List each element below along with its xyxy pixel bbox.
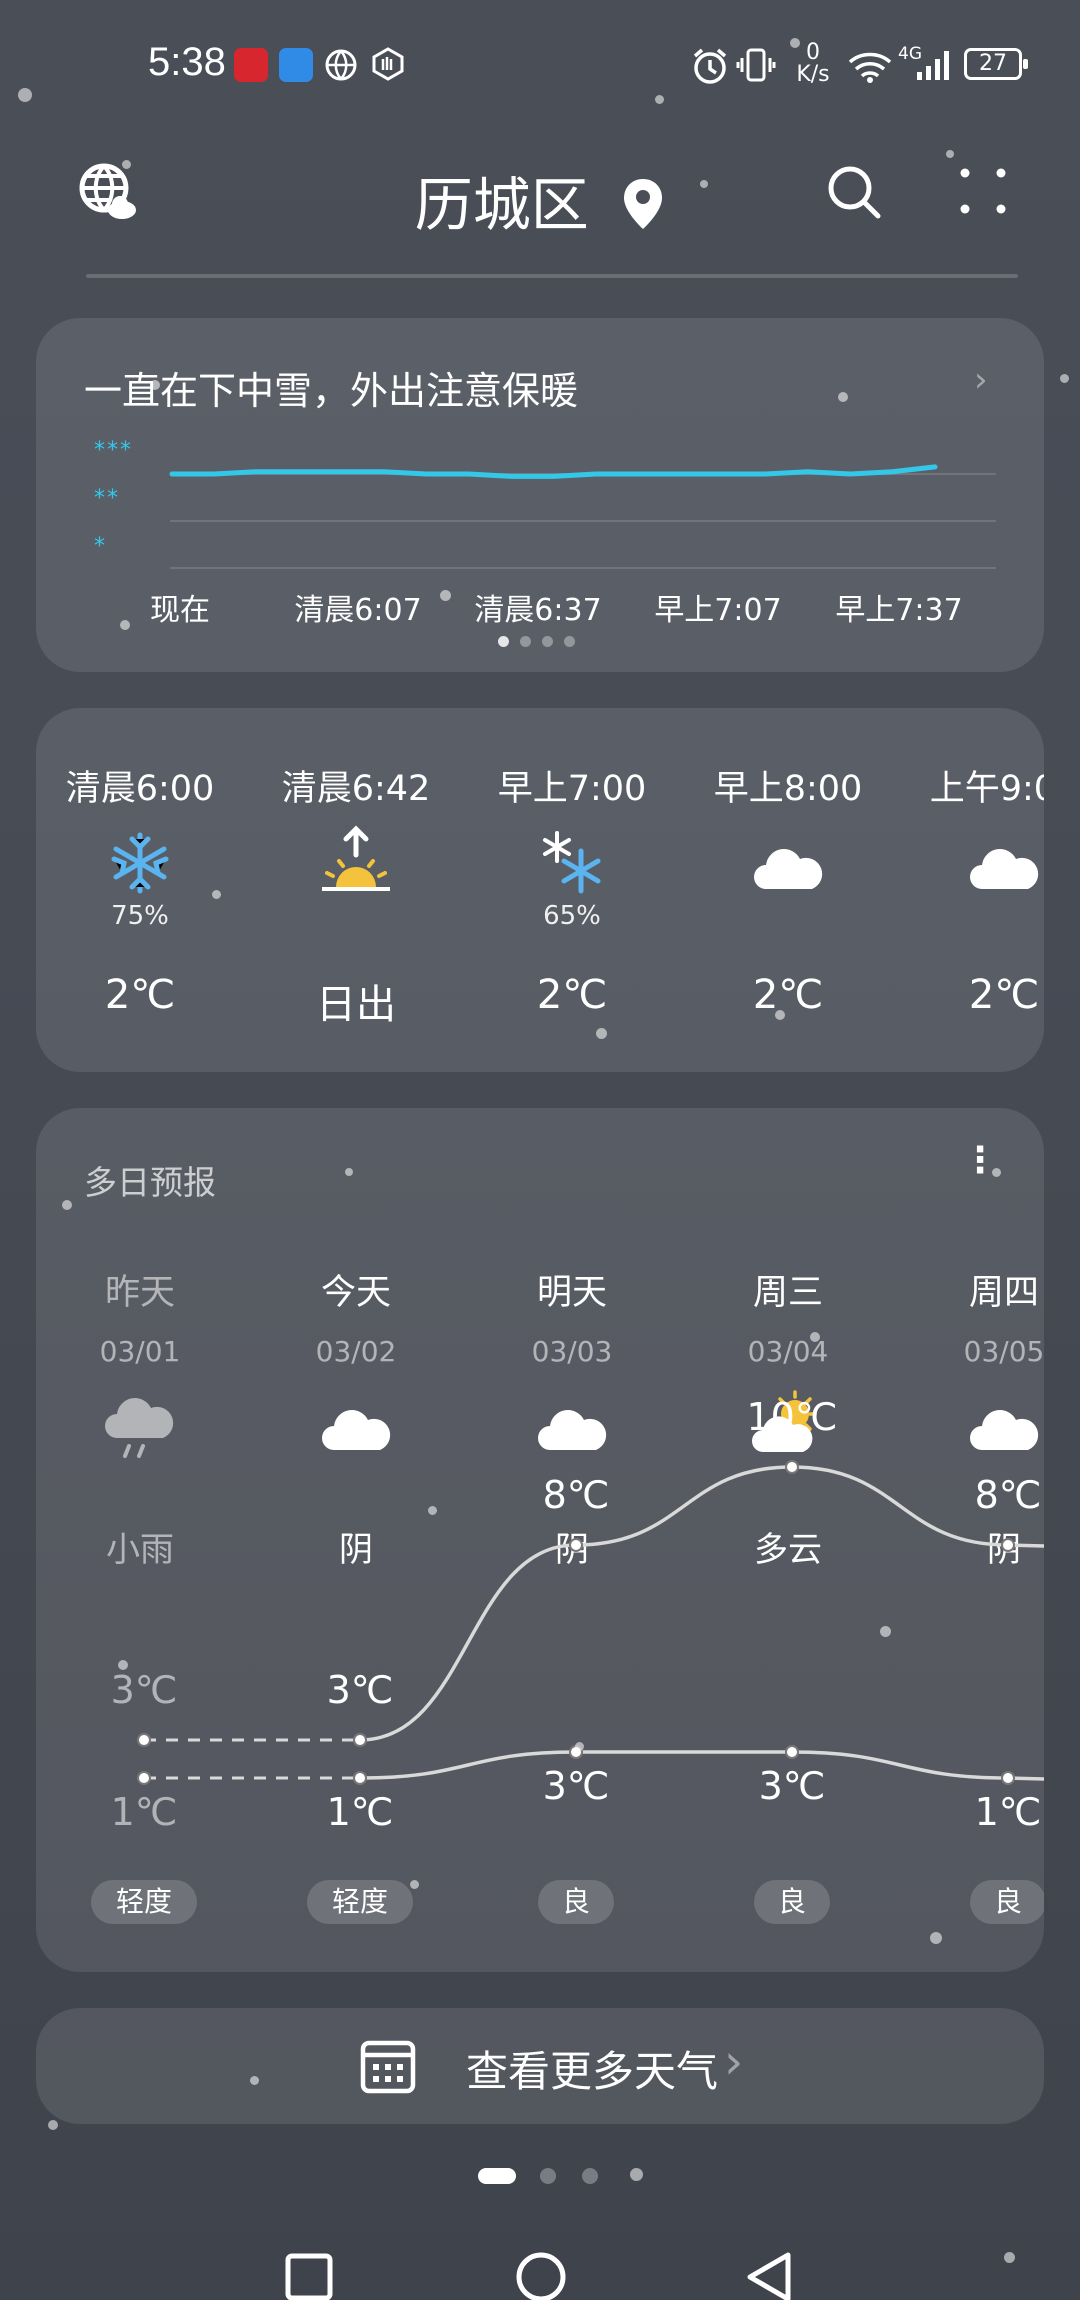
precip-page-dot bbox=[564, 636, 575, 647]
hourly-forecast-card[interactable]: 清晨6:00 75% 2℃ 清晨6:42 日出 早上7:00 65% 2℃ 早上… bbox=[36, 708, 1044, 1072]
snowflake bbox=[410, 1880, 419, 1889]
hourly-item: 早上8:00 2℃ bbox=[678, 760, 898, 1018]
precip-time-label: 清晨6:37 bbox=[474, 593, 602, 628]
cloud-icon bbox=[754, 849, 823, 889]
hourly-temp: 2℃ bbox=[968, 972, 1040, 1018]
sunrise-icon bbox=[322, 825, 390, 891]
cloud-icon bbox=[970, 849, 1039, 889]
heavy-snow-icon bbox=[543, 831, 601, 894]
snowflake bbox=[790, 38, 800, 48]
snow-icon bbox=[111, 832, 169, 894]
snowflake bbox=[122, 160, 131, 169]
low-temp-point bbox=[1001, 1771, 1015, 1785]
high-temp-point bbox=[785, 1460, 799, 1474]
high-temp-label: 10℃ bbox=[746, 1395, 838, 1439]
aqi-badge: 良 bbox=[538, 1880, 614, 1924]
snowflake bbox=[838, 392, 848, 402]
calendar-icon bbox=[360, 2040, 416, 2094]
high-temp-label: 8℃ bbox=[542, 1473, 610, 1517]
high-temp-label: 3℃ bbox=[326, 1668, 394, 1712]
snowflake bbox=[946, 150, 954, 158]
high-temp-curve bbox=[359, 1465, 1044, 1742]
precip-time-label: 现在 bbox=[150, 593, 210, 628]
recents-button[interactable] bbox=[284, 2252, 334, 2300]
hourly-item: 清晨6:42 日出 bbox=[246, 760, 466, 1028]
snowflake bbox=[345, 1168, 353, 1176]
hourly-time: 清晨6:00 bbox=[65, 769, 215, 809]
precip-time-label: 清晨6:07 bbox=[294, 593, 422, 628]
hourly-temp: 2℃ bbox=[104, 972, 176, 1018]
temperature-chart: 3℃ 3℃ 8℃ 10℃ 8℃ 1℃ 1℃ 3℃ 3℃ 1℃ 轻度 轻度 良 良… bbox=[36, 1108, 1044, 1972]
low-temp-label: 1℃ bbox=[110, 1790, 178, 1834]
snowflake bbox=[596, 1028, 607, 1039]
page-indicator bbox=[540, 2168, 556, 2184]
snowflake bbox=[120, 620, 130, 630]
aqi-badge: 良 bbox=[970, 1880, 1044, 1924]
aqi-badge: 轻度 bbox=[91, 1880, 197, 1924]
chevron-right-icon: › bbox=[724, 2034, 744, 2090]
snowflake bbox=[775, 1010, 785, 1020]
hourly-item: 早上7:00 65% 2℃ bbox=[462, 760, 682, 1018]
precip-time-label: 早上7:07 bbox=[654, 593, 782, 628]
hourly-item: 上午9:00 2℃ bbox=[894, 760, 1044, 1018]
more-weather-button[interactable]: 查看更多天气 › bbox=[36, 2008, 1044, 2124]
hourly-time: 早上7:00 bbox=[497, 769, 647, 809]
high-temp-point bbox=[569, 1538, 583, 1552]
low-temp-curve bbox=[359, 1750, 1044, 1781]
snowflake bbox=[48, 2120, 58, 2130]
hourly-temp: 2℃ bbox=[752, 972, 824, 1018]
low-temp-label: 3℃ bbox=[758, 1764, 826, 1808]
low-temp-point bbox=[137, 1771, 151, 1785]
low-temp-point bbox=[785, 1745, 799, 1759]
more-weather-label: 查看更多天气 bbox=[466, 2047, 719, 2096]
high-temp-point bbox=[353, 1733, 367, 1747]
precip-time-label: 早上7:37 bbox=[835, 593, 963, 628]
snowflake bbox=[1004, 2252, 1015, 2263]
aqi-badge: 良 bbox=[754, 1880, 830, 1924]
snowflake bbox=[118, 1660, 128, 1670]
aqi-badge: 轻度 bbox=[307, 1880, 413, 1924]
snowflake bbox=[18, 88, 32, 102]
snowflake bbox=[62, 1200, 72, 1210]
snowflake bbox=[428, 1506, 437, 1515]
low-temp-point bbox=[353, 1771, 367, 1785]
snowflake bbox=[700, 180, 708, 188]
high-temp-point bbox=[137, 1733, 151, 1747]
snowflake bbox=[880, 1626, 891, 1637]
snowflake bbox=[992, 1168, 1001, 1177]
page-indicator bbox=[582, 2168, 598, 2184]
snowflake bbox=[250, 2076, 259, 2085]
snowflake bbox=[150, 380, 160, 390]
hourly-sunrise-label: 日出 bbox=[316, 982, 396, 1028]
low-temp-label: 3℃ bbox=[542, 1764, 610, 1808]
precip-probability: 65% bbox=[543, 901, 601, 931]
high-temp-label: 3℃ bbox=[110, 1668, 178, 1712]
back-button[interactable] bbox=[744, 2250, 794, 2300]
precip-page-dot bbox=[520, 636, 531, 647]
page-indicator-active bbox=[478, 2168, 516, 2184]
snowflake bbox=[212, 890, 221, 899]
low-temp-label: 1℃ bbox=[326, 1790, 394, 1834]
snowflake bbox=[630, 2168, 643, 2181]
snowflake bbox=[1060, 374, 1069, 383]
high-temp-point bbox=[1001, 1538, 1015, 1552]
low-temp-label: 1℃ bbox=[974, 1790, 1042, 1834]
snowflake bbox=[810, 1332, 820, 1342]
snowflake bbox=[440, 590, 451, 601]
snowflake bbox=[575, 1742, 584, 1751]
high-temp-label: 8℃ bbox=[974, 1473, 1042, 1517]
home-button[interactable] bbox=[514, 2250, 568, 2300]
hourly-time: 上午9:00 bbox=[929, 769, 1044, 809]
precip-page-dot bbox=[542, 636, 553, 647]
hourly-time: 早上8:00 bbox=[713, 769, 863, 809]
precip-probability: 75% bbox=[111, 901, 169, 931]
snowflake bbox=[655, 95, 664, 104]
hourly-time: 清晨6:42 bbox=[281, 769, 431, 809]
precip-page-dot bbox=[498, 636, 509, 647]
snowflake bbox=[930, 1932, 942, 1944]
hourly-temp: 2℃ bbox=[536, 972, 608, 1018]
temperature-curve-svg bbox=[137, 1460, 1044, 1785]
hourly-item: 清晨6:00 75% 2℃ bbox=[36, 760, 250, 1018]
